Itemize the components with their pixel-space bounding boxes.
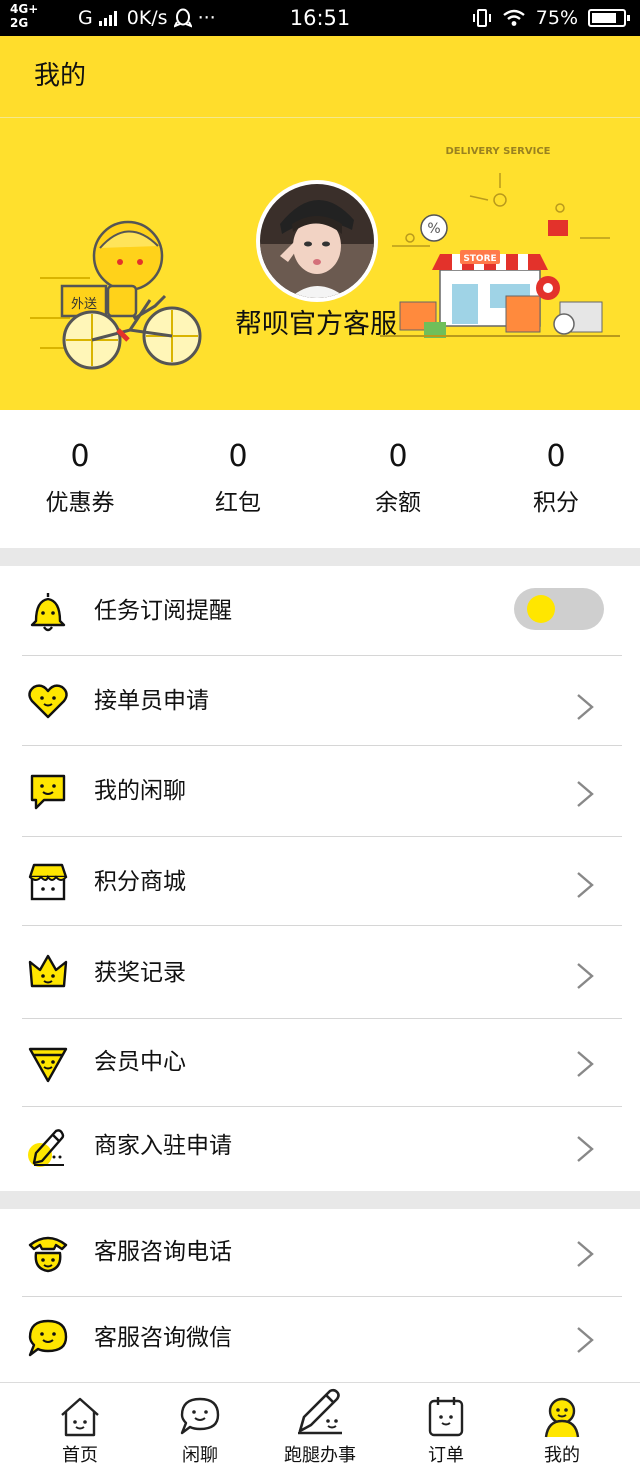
section-divider <box>0 1191 640 1209</box>
stat-value: 0 <box>546 439 566 474</box>
tab-chat[interactable]: 闲聊 <box>136 1383 264 1480</box>
chat-icon <box>180 1397 220 1435</box>
stat-red-packets[interactable]: 0 红包 <box>178 438 298 518</box>
username[interactable]: 帮呗官方客服 <box>200 308 432 342</box>
page-header: 我的 <box>0 36 640 118</box>
stat-coupons[interactable]: 0 优惠券 <box>20 438 140 518</box>
profile-icon <box>544 1397 580 1438</box>
vibrate-icon <box>472 9 491 27</box>
menu-item-service-wechat[interactable]: 客服咨询微信 <box>22 1297 622 1382</box>
menu-item-label: 商家入驻申请 <box>94 1133 232 1159</box>
menu-item-merchant-apply[interactable]: 商家入驻申请 <box>22 1107 622 1191</box>
menu-item-award-records[interactable]: 获奖记录 <box>22 926 622 1019</box>
order-icon <box>428 1397 464 1437</box>
menu-item-my-chats[interactable]: 我的闲聊 <box>22 746 622 837</box>
badge-icon <box>28 1047 68 1083</box>
tab-profile[interactable]: 我的 <box>498 1383 626 1480</box>
wifi-icon <box>503 9 525 26</box>
stat-label: 积分 <box>533 490 579 516</box>
section-divider <box>0 548 640 566</box>
stat-value: 0 <box>70 439 90 474</box>
status-right: 75% <box>472 6 630 30</box>
chevron-right-icon <box>577 872 594 898</box>
menu-item-label: 我的闲聊 <box>94 778 186 804</box>
delivery-service-title: DELIVERY SERVICE <box>445 146 550 157</box>
stat-value: 0 <box>388 439 408 474</box>
phone-icon <box>28 1236 68 1273</box>
tab-label: 订单 <box>428 1445 464 1466</box>
home-icon <box>61 1397 99 1437</box>
avatar[interactable] <box>256 180 378 302</box>
stat-label: 优惠券 <box>45 490 115 516</box>
bottom-tab-bar: 首页 闲聊 跑腿办事 订单 我的 <box>0 1382 640 1480</box>
menu-item-label: 接单员申请 <box>94 688 209 714</box>
delivery-box-label: 外送 <box>71 297 97 312</box>
battery-icon <box>588 9 630 27</box>
discount-badge-text: % <box>427 221 440 237</box>
menu-item-label: 会员中心 <box>94 1049 186 1075</box>
chat-face-icon <box>30 774 66 810</box>
stat-value: 0 <box>228 439 248 474</box>
page-title: 我的 <box>34 61 87 91</box>
tab-label: 我的 <box>544 1445 580 1466</box>
menu-item-task-reminder: 任务订阅提醒 <box>22 566 622 656</box>
profile-banner: 外送 DELIVERY SERVICE % STORE 帮呗官方客服 <box>0 118 640 410</box>
menu-item-courier-apply[interactable]: 接单员申请 <box>22 656 622 746</box>
stat-label: 余额 <box>375 490 421 516</box>
menu-item-label: 积分商城 <box>94 869 186 895</box>
bell-icon <box>30 593 66 632</box>
status-bar: 4G+ 2G G 0K/s ··· 16:51 75% <box>0 0 640 36</box>
errand-icon <box>298 1388 342 1435</box>
tab-home[interactable]: 首页 <box>16 1383 144 1480</box>
tab-label: 闲聊 <box>182 1445 218 1466</box>
chevron-right-icon <box>577 1241 594 1267</box>
chevron-right-icon <box>577 963 594 989</box>
shop-icon <box>28 863 68 901</box>
tab-orders[interactable]: 订单 <box>382 1383 510 1480</box>
menu-item-label: 任务订阅提醒 <box>94 598 232 624</box>
crown-icon <box>28 954 68 988</box>
stat-label: 红包 <box>215 490 261 516</box>
task-reminder-toggle[interactable] <box>514 588 604 630</box>
menu-item-label: 客服咨询微信 <box>94 1325 232 1351</box>
tab-errands[interactable]: 跑腿办事 <box>256 1383 384 1480</box>
stat-balance[interactable]: 0 余额 <box>338 438 458 518</box>
tab-label: 跑腿办事 <box>284 1445 356 1466</box>
heart-face-icon <box>28 684 68 719</box>
chevron-right-icon <box>577 781 594 807</box>
battery-percent: 75% <box>535 7 578 29</box>
chevron-right-icon <box>577 1051 594 1077</box>
menu-item-label: 获奖记录 <box>94 960 186 986</box>
wallet-stats: 0 优惠券 0 红包 0 余额 0 积分 <box>0 410 640 546</box>
store-sign-text: STORE <box>463 254 496 264</box>
chevron-right-icon <box>577 694 594 720</box>
pencil-icon <box>28 1129 65 1167</box>
stat-points[interactable]: 0 积分 <box>496 438 616 518</box>
menu-item-member-center[interactable]: 会员中心 <box>22 1019 622 1107</box>
chevron-right-icon <box>577 1327 594 1353</box>
toggle-knob <box>527 595 555 623</box>
menu-item-label: 客服咨询电话 <box>94 1239 232 1265</box>
tab-label: 首页 <box>62 1445 98 1466</box>
wechat-face-icon <box>28 1319 68 1357</box>
menu-item-service-phone[interactable]: 客服咨询电话 <box>22 1209 622 1297</box>
chevron-right-icon <box>577 1136 594 1162</box>
menu-item-points-mall[interactable]: 积分商城 <box>22 837 622 926</box>
avatar-photo <box>260 184 374 298</box>
